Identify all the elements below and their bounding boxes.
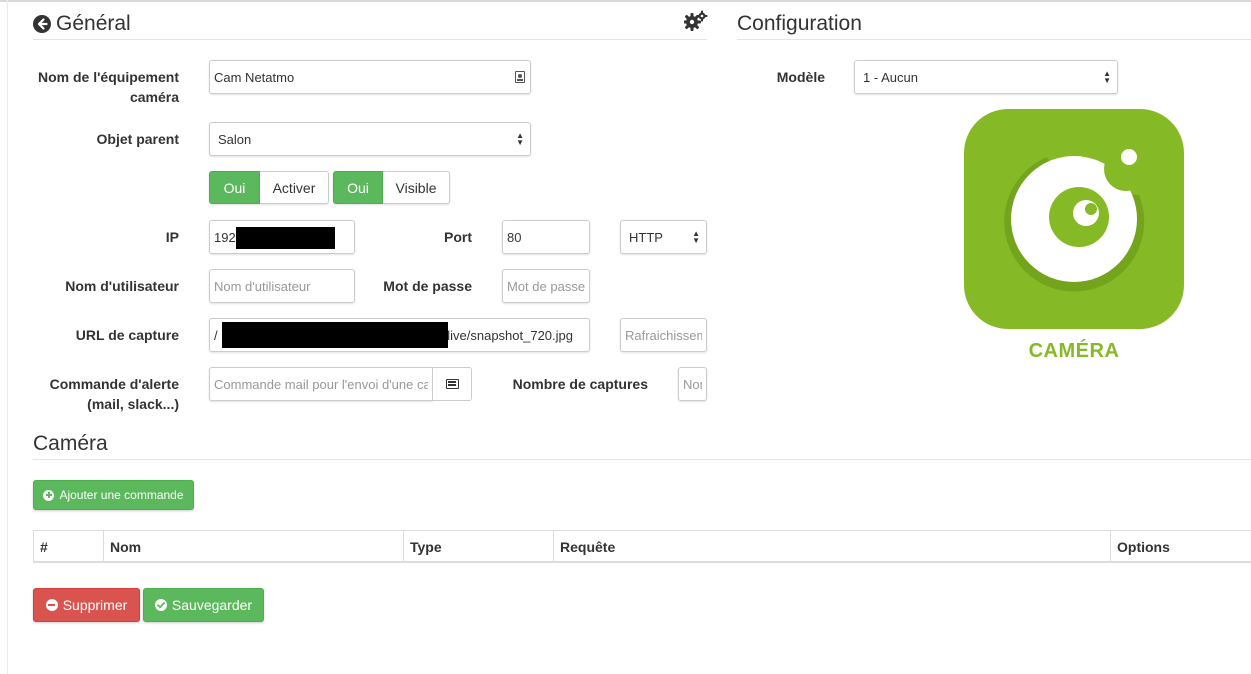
- model-select[interactable]: 1 - Aucun ▲ ▼: [854, 60, 1118, 94]
- model-value: 1 - Aucun: [863, 69, 918, 85]
- ip-value: 192: [214, 229, 236, 245]
- parent-label: Objet parent: [96, 131, 179, 147]
- alert-input[interactable]: [209, 367, 433, 401]
- password-label: Mot de passe: [383, 278, 472, 294]
- name-label: Nom de l'équipement caméra: [37, 69, 179, 105]
- visible-label[interactable]: Visible: [383, 171, 450, 204]
- left-border: [7, 0, 8, 674]
- parent-value: Salon: [218, 131, 252, 147]
- url-label: URL de capture: [75, 327, 179, 343]
- logo-caption: CAMÉRA: [1028, 340, 1120, 362]
- col-header-name: Nom: [103, 531, 403, 562]
- protocol-select[interactable]: HTTP ▲ ▼: [620, 220, 707, 254]
- select-arrows-icon: ▲ ▼: [692, 229, 700, 245]
- select-arrows-icon: ▲ ▼: [1103, 69, 1111, 85]
- name-value: Cam Netatmo: [214, 69, 295, 85]
- model-label: Modèle: [776, 69, 825, 85]
- add-command-label: Ajouter une commande: [59, 488, 184, 502]
- gears-icon[interactable]: [683, 10, 708, 32]
- visible-toggle[interactable]: Oui Visible: [333, 171, 450, 204]
- activate-toggle[interactable]: Oui Activer: [209, 171, 329, 204]
- protocol-value: HTTP: [629, 229, 663, 245]
- save-button[interactable]: Sauvegarder: [143, 588, 264, 622]
- alert-label: Commande d'alerte (mail, slack...): [49, 376, 179, 412]
- url-prefix: /: [214, 327, 218, 343]
- save-label: Sauvegarder: [171, 597, 253, 613]
- delete-button[interactable]: Supprimer: [33, 588, 140, 622]
- camera-plugin-logo: [964, 109, 1184, 329]
- password-input[interactable]: [502, 269, 590, 303]
- plus-circle-icon: [43, 489, 55, 501]
- refresh-input[interactable]: [620, 318, 707, 352]
- url-suffix: /live/snapshot_720.jpg: [443, 327, 573, 343]
- configuration-divider: [737, 39, 1251, 40]
- name-input[interactable]: Cam Netatmo: [209, 60, 531, 94]
- camera-title: Caméra: [33, 432, 108, 455]
- captures-label: Nombre de captures: [512, 376, 648, 392]
- configuration-title: Configuration: [737, 12, 862, 35]
- commands-table-header: # Nom Type Requête Options: [33, 530, 1251, 563]
- username-label: Nom d'utilisateur: [65, 278, 179, 294]
- col-header-options: Options: [1110, 531, 1251, 562]
- port-label: Port: [444, 229, 472, 245]
- alert-list-button[interactable]: [432, 367, 472, 401]
- general-divider: [33, 39, 707, 40]
- col-header-type: Type: [403, 531, 553, 562]
- port-input[interactable]: 80: [502, 220, 590, 254]
- camera-divider: [33, 459, 1251, 460]
- username-input[interactable]: [209, 269, 355, 303]
- parent-select[interactable]: Salon ▲ ▼: [209, 122, 531, 156]
- visible-on[interactable]: Oui: [333, 171, 383, 204]
- col-header-id: #: [33, 531, 103, 562]
- ip-label: IP: [165, 229, 179, 245]
- list-icon: [445, 379, 459, 389]
- contact-card-icon[interactable]: [515, 71, 525, 83]
- back-icon[interactable]: [33, 15, 51, 33]
- netatmo-logo-icon: [964, 109, 1184, 329]
- port-value: 80: [507, 229, 522, 245]
- general-title-text: Général: [56, 12, 131, 35]
- redacted-url: [222, 322, 448, 348]
- col-header-request: Requête: [553, 531, 1110, 562]
- delete-label: Supprimer: [62, 597, 128, 613]
- captures-input[interactable]: [678, 367, 707, 401]
- top-border: [0, 0, 1251, 2]
- redacted-ip: [236, 227, 335, 249]
- activate-label[interactable]: Activer: [260, 171, 329, 204]
- select-arrows-icon: ▲ ▼: [516, 131, 524, 147]
- minus-circle-icon: [45, 599, 58, 611]
- general-title: Général: [33, 12, 131, 36]
- check-circle-icon: [154, 599, 167, 611]
- add-command-button[interactable]: Ajouter une commande: [33, 480, 194, 510]
- activate-on[interactable]: Oui: [209, 171, 260, 204]
